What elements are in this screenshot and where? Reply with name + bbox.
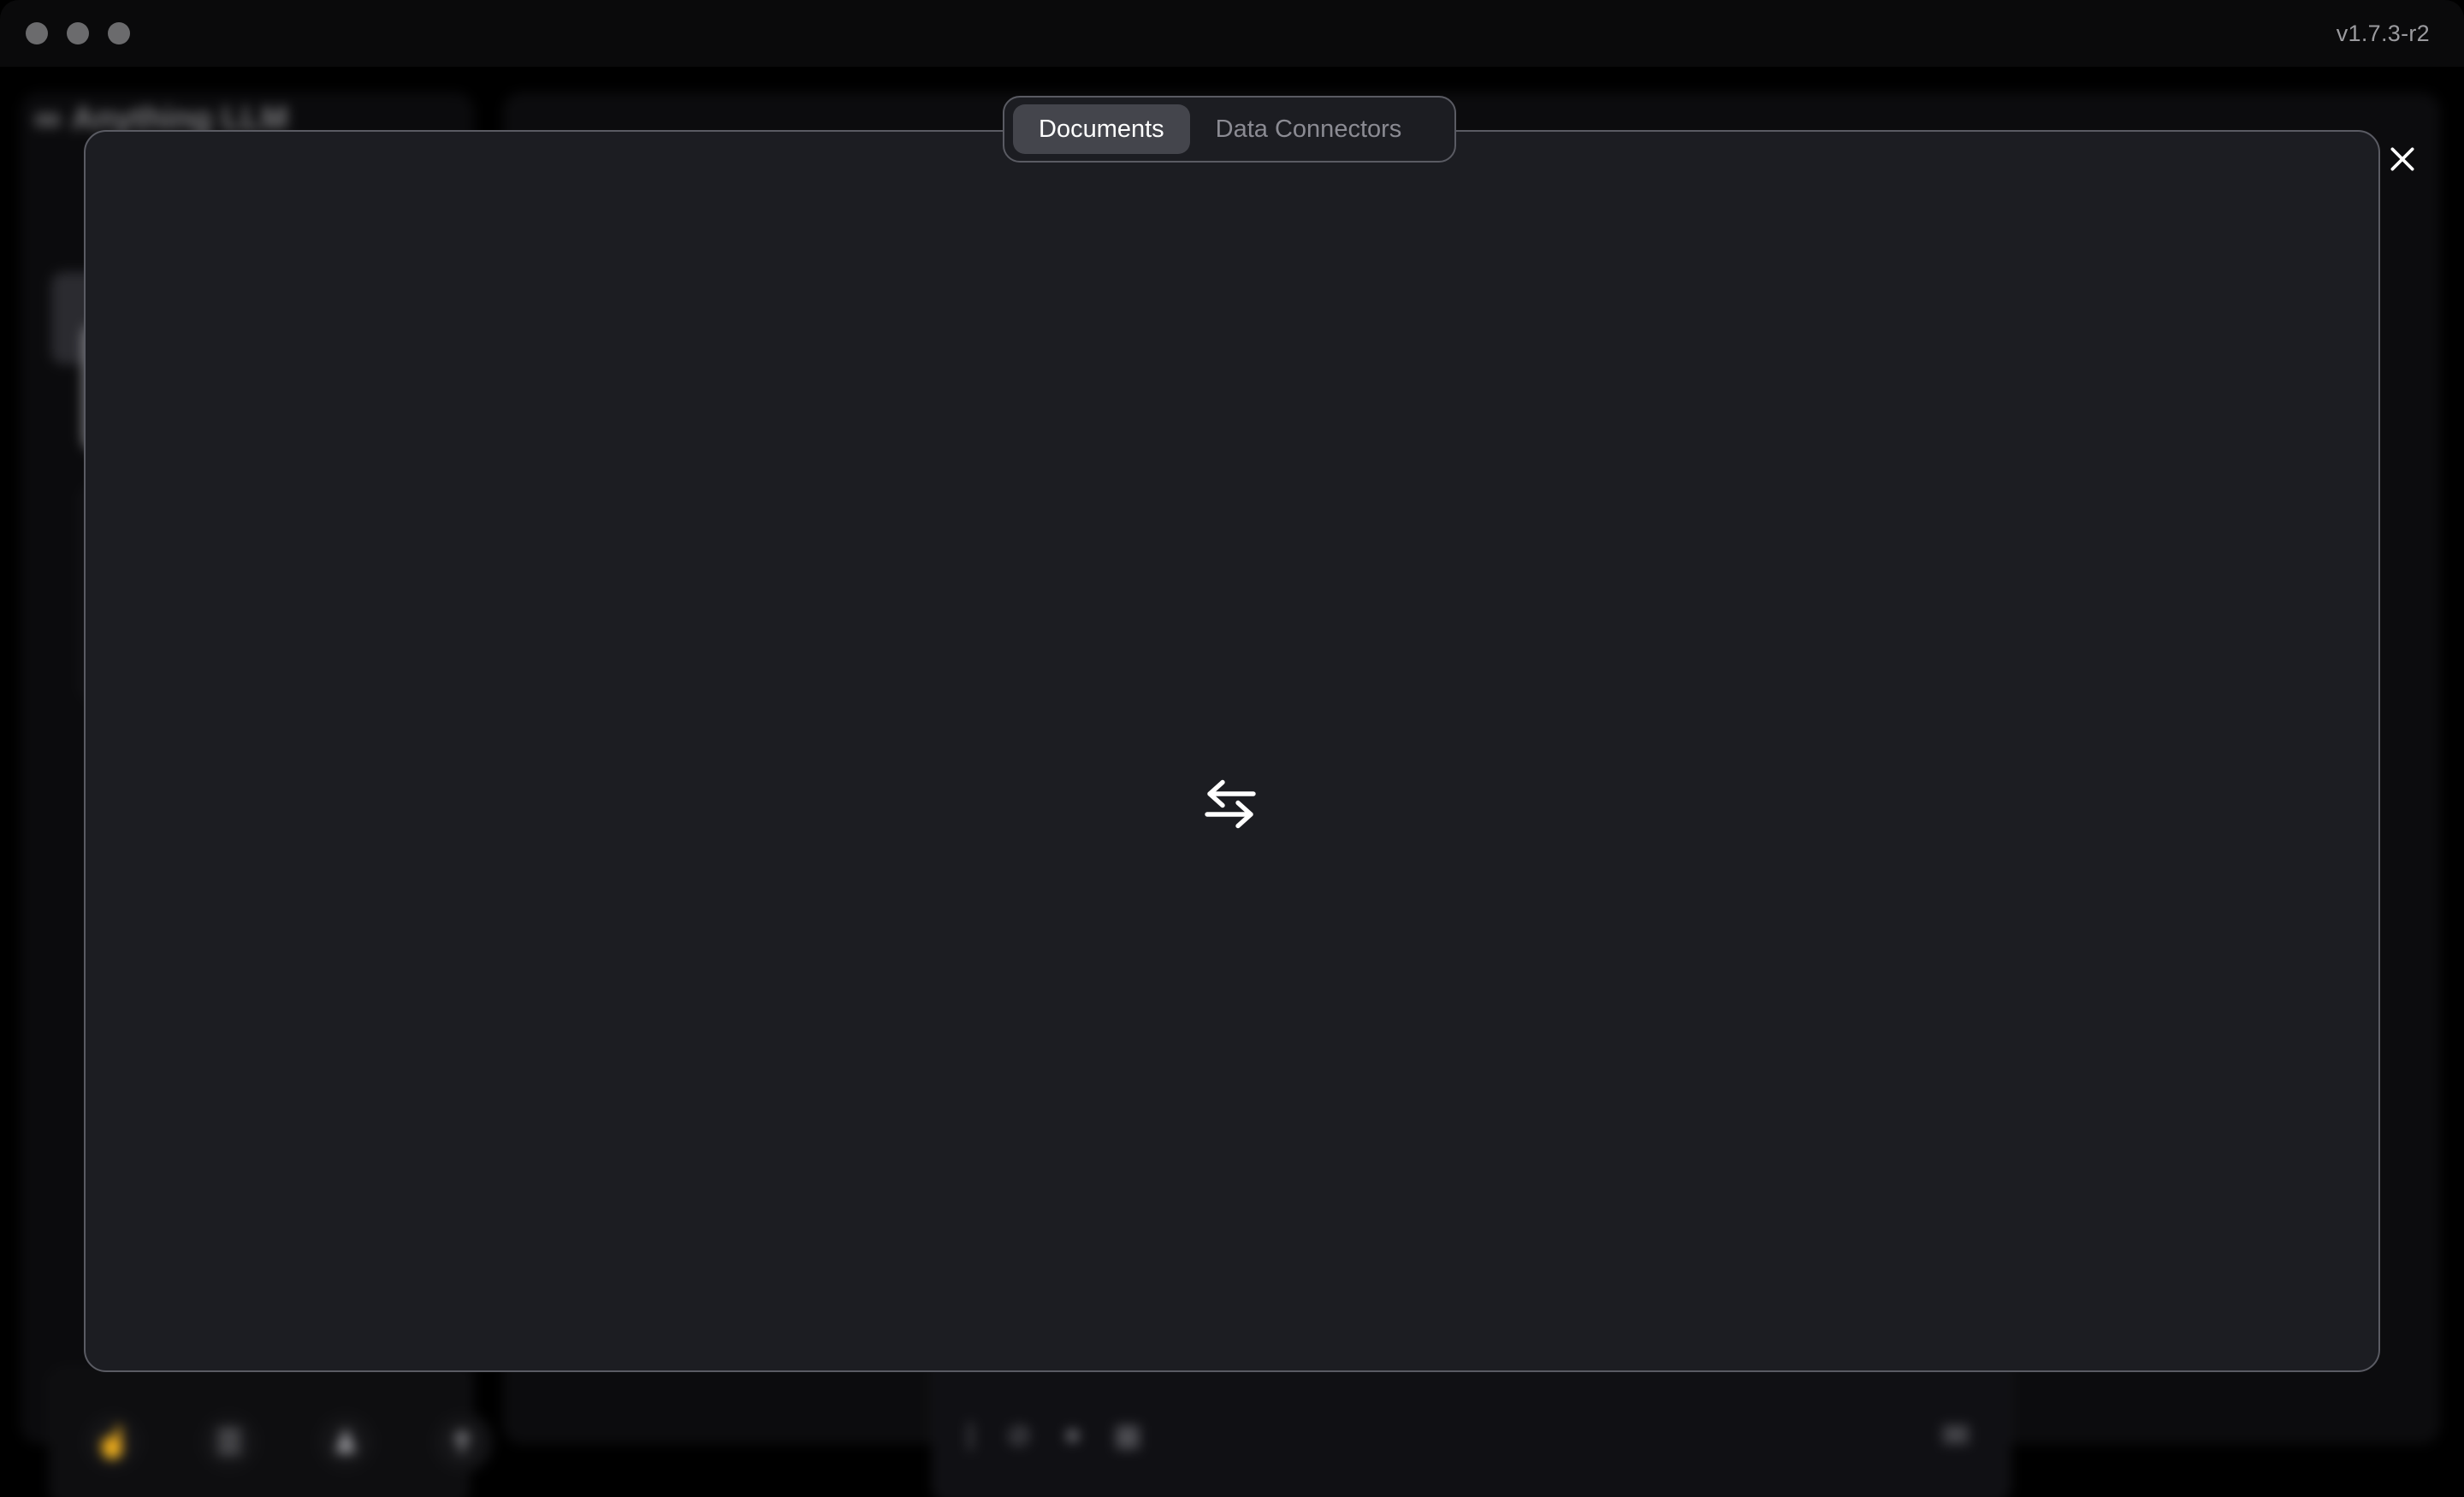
tab-documents[interactable]: Documents — [1013, 104, 1190, 154]
window-controls[interactable] — [26, 22, 130, 44]
background-footer-icons: ☝ ☰ ♟ ✝ — [82, 1411, 493, 1473]
window-minimize-button[interactable] — [67, 22, 89, 44]
modal-tab-bar: Documents Data Connectors — [1003, 96, 1456, 163]
users-icon: ♟ — [315, 1411, 376, 1473]
window-close-button[interactable] — [26, 22, 48, 44]
attach-icon: | — [967, 1418, 974, 1451]
app-version-label: v1.7.3-r2 — [2336, 20, 2430, 46]
thumbs-up-icon: ☝ — [82, 1411, 144, 1473]
circle-icon: ● — [1063, 1418, 1081, 1451]
infinity-logo-icon: ∞ — [34, 98, 61, 139]
book-icon: ☰ — [198, 1411, 260, 1473]
title-bar: v1.7.3-r2 — [0, 0, 2464, 67]
close-modal-button[interactable] — [2378, 135, 2426, 183]
document-manager-modal — [84, 130, 2380, 1372]
wrench-icon: ✝ — [431, 1411, 493, 1473]
grid-icon: ▦ — [1113, 1419, 1142, 1452]
microphone-icon: ✉ — [1942, 1418, 1969, 1454]
tab-data-connectors[interactable]: Data Connectors — [1190, 104, 1428, 154]
window-zoom-button[interactable] — [108, 22, 130, 44]
background-chat-input-icons: | ⊘ ● ▦ — [967, 1418, 1141, 1453]
app-window: ∞ Anything LLM ☝ ☰ ♟ ✝ | ⊘ ● ▦ ✉ v1.7.3-… — [0, 0, 2464, 1497]
move-documents-arrows-icon[interactable] — [1188, 770, 1273, 838]
slash-icon: ⊘ — [1006, 1419, 1032, 1452]
